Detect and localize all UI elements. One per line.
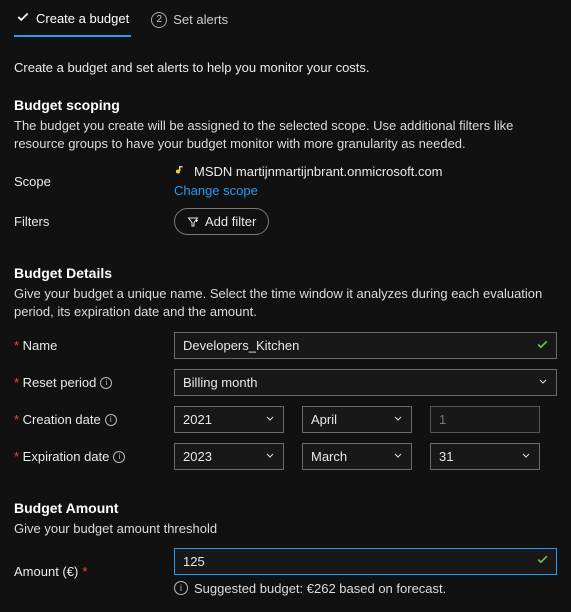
creation-day-display: 1 bbox=[430, 406, 540, 433]
label-name: Name bbox=[14, 338, 57, 353]
tab-set-alerts[interactable]: 2 Set alerts bbox=[149, 6, 230, 37]
heading-budget-scoping: Budget scoping bbox=[14, 97, 557, 113]
step-number-icon: 2 bbox=[151, 12, 167, 28]
heading-budget-details: Budget Details bbox=[14, 265, 557, 281]
info-icon[interactable]: i bbox=[113, 451, 125, 463]
info-icon: i bbox=[174, 581, 188, 595]
creation-year-select[interactable]: 2021 bbox=[174, 406, 284, 433]
link-change-scope[interactable]: Change scope bbox=[174, 183, 258, 198]
label-filters: Filters bbox=[14, 214, 174, 229]
label-expiration-date: Expiration date bbox=[14, 449, 109, 464]
name-input[interactable] bbox=[174, 332, 557, 359]
label-reset-period: Reset period bbox=[14, 375, 96, 390]
tab-create-budget[interactable]: Create a budget bbox=[14, 6, 131, 37]
label-scope: Scope bbox=[14, 174, 174, 189]
suggested-budget-text: Suggested budget: €262 based on forecast… bbox=[194, 581, 446, 596]
filter-icon bbox=[187, 216, 199, 228]
desc-budget-scoping: The budget you create will be assigned t… bbox=[14, 117, 557, 152]
amount-input[interactable] bbox=[174, 548, 557, 575]
expiration-day-select[interactable]: 31 bbox=[430, 443, 540, 470]
creation-month-select[interactable]: April bbox=[302, 406, 412, 433]
reset-period-select[interactable]: Billing month bbox=[174, 369, 557, 396]
label-creation-date: Creation date bbox=[14, 412, 101, 427]
scope-value: MSDN martijnmartijnbrant.onmicrosoft.com bbox=[194, 164, 443, 179]
tab-set-alerts-label: Set alerts bbox=[173, 12, 228, 27]
expiration-month-select[interactable]: March bbox=[302, 443, 412, 470]
key-icon bbox=[174, 164, 186, 179]
expiration-year-select[interactable]: 2023 bbox=[174, 443, 284, 470]
check-icon bbox=[536, 553, 549, 569]
info-icon[interactable]: i bbox=[100, 377, 112, 389]
desc-budget-details: Give your budget a unique name. Select t… bbox=[14, 285, 557, 320]
add-filter-button[interactable]: Add filter bbox=[174, 208, 269, 235]
check-icon bbox=[536, 338, 549, 354]
intro-text: Create a budget and set alerts to help y… bbox=[14, 60, 557, 75]
check-icon bbox=[16, 10, 30, 27]
tab-create-budget-label: Create a budget bbox=[36, 11, 129, 26]
desc-budget-amount: Give your budget amount threshold bbox=[14, 520, 557, 538]
label-amount: Amount (€) bbox=[14, 564, 78, 579]
heading-budget-amount: Budget Amount bbox=[14, 500, 557, 516]
add-filter-label: Add filter bbox=[205, 214, 256, 229]
info-icon[interactable]: i bbox=[105, 414, 117, 426]
